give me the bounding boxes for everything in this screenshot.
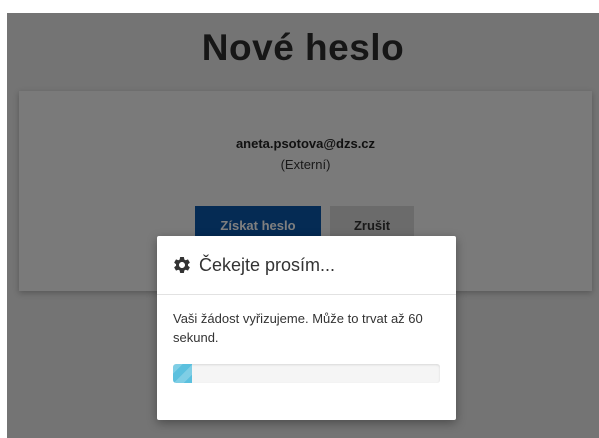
gear-icon bbox=[174, 257, 190, 273]
dialog-header: Čekejte prosím... bbox=[157, 236, 456, 295]
dialog-message: Vaši žádost vyřizujeme. Může to trvat až… bbox=[173, 311, 423, 345]
dialog-title: Čekejte prosím... bbox=[199, 255, 336, 275]
page: Nové heslo aneta.psotova@dzs.cz (Externí… bbox=[0, 0, 599, 438]
progress-fill bbox=[173, 364, 192, 383]
progress-bar bbox=[173, 364, 440, 383]
wait-dialog: Čekejte prosím... Vaši žádost vyřizujeme… bbox=[157, 236, 456, 420]
